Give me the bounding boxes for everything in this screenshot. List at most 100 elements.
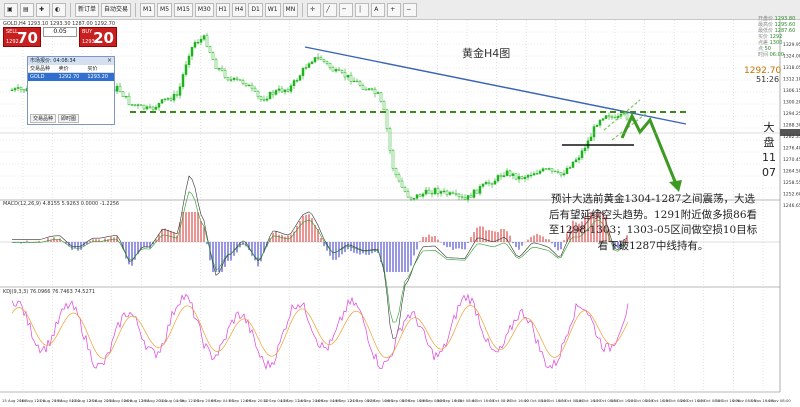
macd-histogram-bar [542,236,544,242]
candle-body [322,59,326,62]
candle-body [268,91,272,100]
zoom-in-icon[interactable]: + [387,2,402,17]
market-watch-window[interactable]: 市场报价: 04:08:34 × 交易品种 卖价 买价 GOLD 1292.70… [27,56,115,125]
macd-histogram-bar [395,242,397,272]
candle-body [16,87,20,89]
macd-histogram-bar [110,236,112,242]
macd-histogram-bar [539,235,541,242]
kdj-d-line [11,305,629,359]
macd-histogram-bar [305,214,307,242]
candle-body [379,92,383,102]
candle-body [361,85,365,90]
macd-histogram-bar [449,242,451,248]
macd-histogram-bar [443,242,445,246]
candle-body [337,69,341,71]
macd-histogram-bar [47,238,49,242]
line-tool-icon[interactable]: ╱ [323,2,338,17]
candle-body [271,91,275,95]
timeframe-mn[interactable]: MN [282,2,299,17]
candle-body [433,188,437,195]
candle-body [589,136,593,142]
macd-histogram-bar [365,242,367,255]
timeframe-m30[interactable]: M30 [194,2,214,17]
macd-label: MACD(12,26,9) 4.8155 5.9263 0.0000 -1.22… [3,201,120,207]
buy-button[interactable]: BUY 1293 20 [79,27,117,47]
candle-body [247,84,251,87]
timeframe-h4[interactable]: H4 [232,2,247,17]
table-row[interactable]: GOLD 1292.70 1293.20 [28,73,114,81]
candle-body [550,168,554,172]
candle-body [355,80,359,83]
vline-tool-icon[interactable]: │ [355,2,370,17]
candle-body [262,99,266,101]
market-watch-title[interactable]: 市场报价: 04:08:34 × [28,57,114,65]
candle-body [217,68,221,70]
timeframe-m15[interactable]: M15 [174,2,193,17]
timeframe-m1[interactable]: M1 [140,2,156,17]
candle-body [367,88,371,90]
price-tick-label: 1318.05 [783,65,800,71]
candle-body [490,183,494,185]
macd-histogram-bar [275,231,277,242]
candle-body [124,95,128,98]
candle-body [178,86,182,96]
macd-histogram-bar [104,238,106,242]
lot-size-input[interactable]: 0.05 [43,27,77,37]
price-tick-label: 1312.10 [783,77,800,83]
zoom-out-icon[interactable]: − [403,2,418,17]
macd-histogram-bar [473,232,475,242]
macd-histogram-bar [371,242,373,254]
candle-body [499,175,503,178]
toolbar-button[interactable]: ◐ [52,2,66,17]
candle-body [598,119,602,126]
ask-cell: 1293.20 [87,74,109,80]
candle-body [13,88,17,91]
candle-body [295,80,299,82]
toolbar-button[interactable]: ▤ [20,2,34,17]
close-icon[interactable]: × [107,57,112,65]
candle-body [538,170,542,174]
market-watch-title-text: 市场报价: 04:08:34 [30,58,76,64]
macd-histogram-bar [233,242,235,256]
text-tool-icon[interactable]: A [371,2,386,17]
macd-histogram-bar [347,242,349,250]
candle-body [187,55,191,65]
candle-body [478,186,482,194]
hline-tool-icon[interactable]: ─ [339,2,354,17]
candle-body [430,192,434,195]
candle-body [496,175,500,182]
candle-body [529,174,533,177]
candle-body [469,195,473,198]
candle-body [340,70,344,73]
timeframe-m5[interactable]: M5 [157,2,173,17]
buy-price-big: 20 [93,29,114,47]
candle-body [577,157,581,161]
candle-body [145,106,149,110]
macd-histogram-bar [533,235,535,242]
new-order-button[interactable]: 新订单 [75,2,100,17]
price-tick-label: 1270.45 [783,157,800,163]
timeframe-h1[interactable]: H1 [215,2,230,17]
toolbar-button[interactable]: ✚ [36,2,50,17]
candle-body [328,63,332,68]
candle-body [148,106,152,108]
timeframe-d1[interactable]: D1 [248,2,263,17]
tab-symbols[interactable]: 交易品种 [30,114,57,123]
tab-tick-chart[interactable]: 即时图 [58,114,80,123]
candle-body [244,82,248,86]
sell-button[interactable]: SELL 1292 70 [3,27,41,47]
crosshair-icon[interactable]: ✛ [307,2,322,17]
price-tick-label: 1264.50 [783,169,800,175]
macd-histogram-bar [455,242,457,249]
macd-histogram-bar [521,242,523,246]
auto-trading-button[interactable]: 自动交易 [101,2,132,17]
candle-body [343,72,347,78]
timeframe-w1[interactable]: W1 [264,2,281,17]
toolbar-button[interactable]: ▣ [4,2,18,17]
kdj-k-line [11,293,629,370]
candle-body [184,64,188,75]
candle-body [559,172,563,176]
candle-body [388,128,392,151]
candle-body [409,196,413,200]
candle-body [451,192,455,194]
